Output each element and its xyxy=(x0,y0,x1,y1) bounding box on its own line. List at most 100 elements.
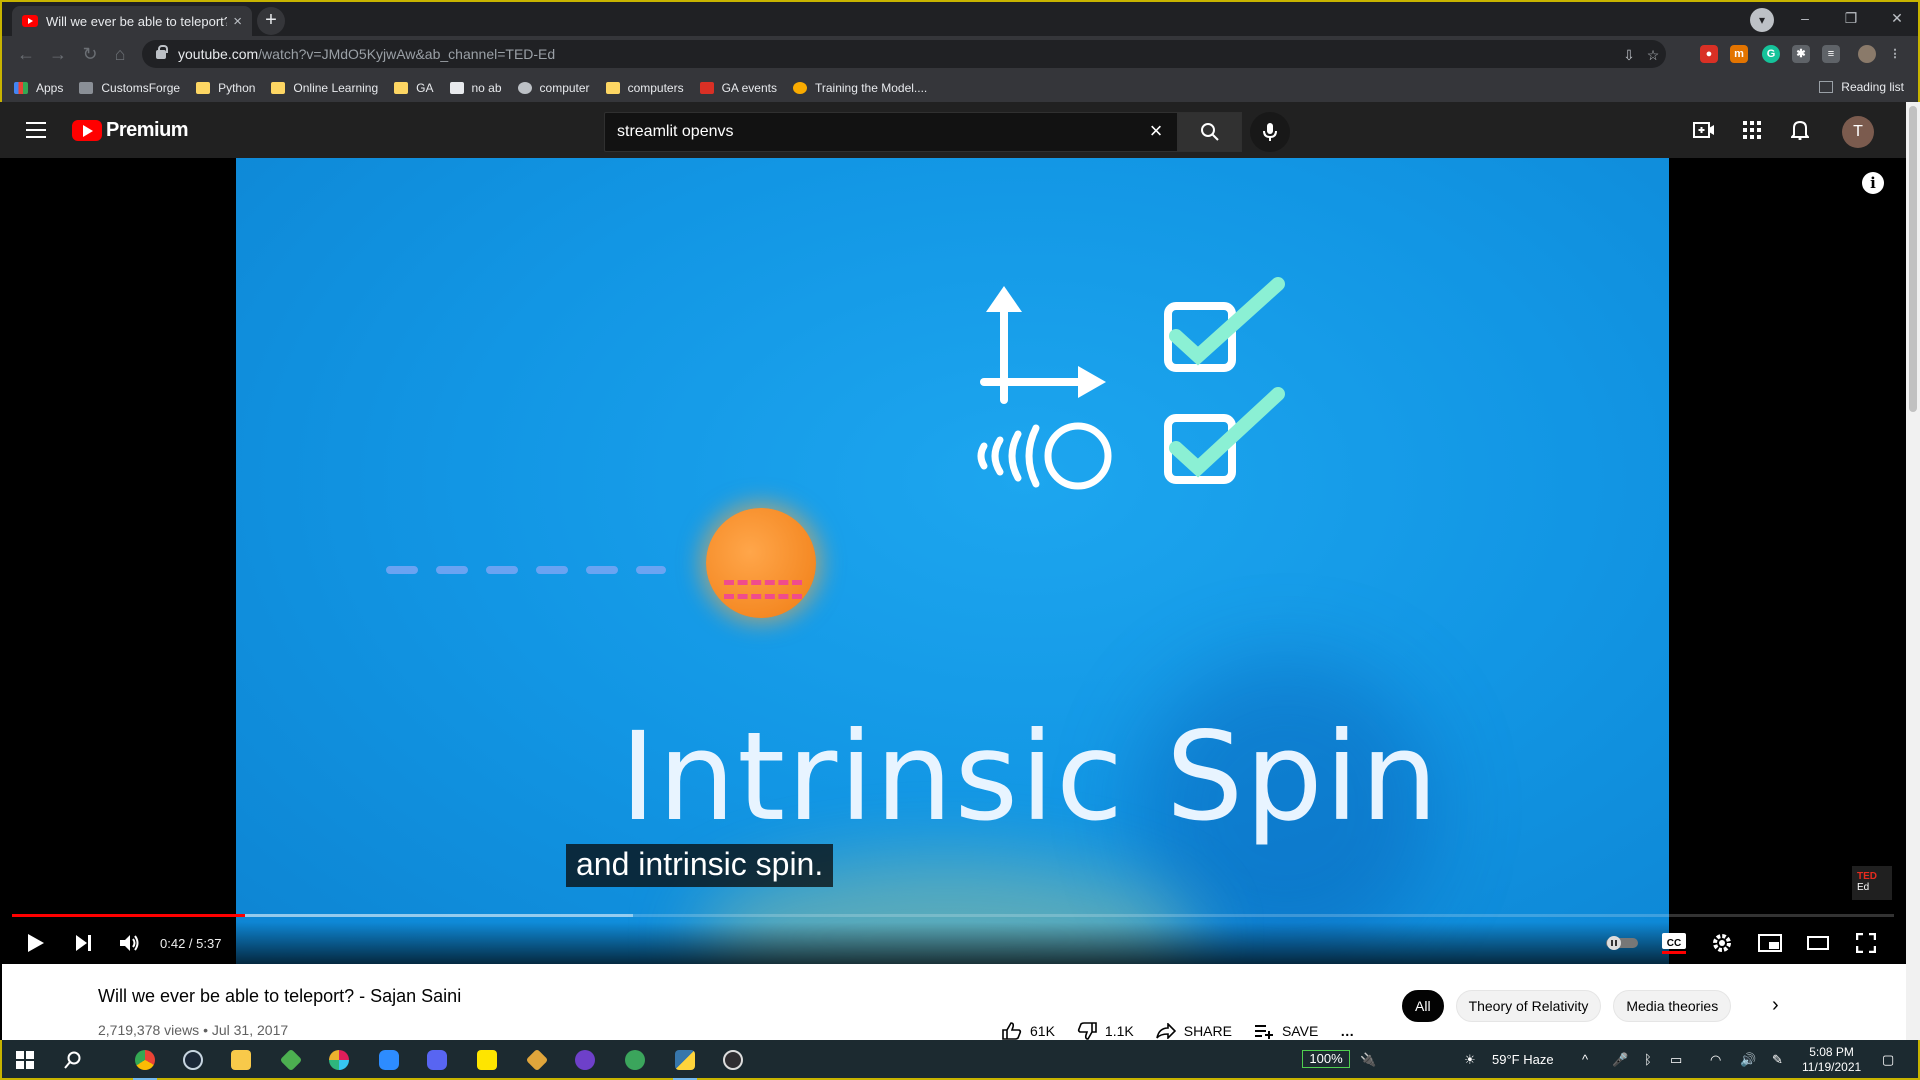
subtitles-button[interactable]: CC xyxy=(1656,928,1692,958)
microphone-tray-icon[interactable]: 🎤 xyxy=(1612,1052,1628,1068)
windows-start-icon[interactable] xyxy=(10,1046,40,1074)
youtube-premium-logo[interactable]: Premium xyxy=(72,119,189,142)
account-avatar[interactable]: T xyxy=(1842,116,1874,148)
fullscreen-button[interactable] xyxy=(1848,928,1884,958)
scrollbar-thumb[interactable] xyxy=(1909,106,1917,412)
battery-tray-icon[interactable]: ▭ xyxy=(1670,1052,1682,1068)
settings-button[interactable] xyxy=(1704,928,1740,958)
notifications-icon[interactable]: ▢ xyxy=(1882,1052,1894,1068)
extension-adblock-icon[interactable]: ● xyxy=(1700,45,1718,63)
ted-ed-watermark[interactable]: TED Ed xyxy=(1852,866,1892,900)
app-diamond-icon[interactable] xyxy=(276,1046,306,1074)
obs-taskbar-icon[interactable] xyxy=(718,1046,748,1074)
volume-button[interactable] xyxy=(112,928,148,958)
bookmark-customsforge[interactable]: CustomsForge xyxy=(79,81,180,95)
apps-grid-icon[interactable] xyxy=(1740,118,1764,142)
wifi-icon[interactable]: ◠ xyxy=(1710,1052,1721,1068)
more-actions-button[interactable]: … xyxy=(1340,1022,1354,1040)
steam-taskbar-icon[interactable] xyxy=(178,1046,208,1074)
python-taskbar-icon[interactable] xyxy=(670,1046,700,1080)
folder-icon xyxy=(605,81,620,94)
bookmark-apps[interactable]: Apps xyxy=(14,81,63,95)
notifications-bell-icon[interactable] xyxy=(1788,118,1812,142)
page-scrollbar[interactable] xyxy=(1906,102,1920,1040)
chrome-taskbar-icon[interactable] xyxy=(130,1046,160,1080)
voice-search-button[interactable] xyxy=(1250,112,1290,152)
reading-list-button[interactable]: Reading list xyxy=(1819,80,1904,94)
video-title: Will we ever be able to teleport? - Saja… xyxy=(98,986,462,1006)
theater-mode-button[interactable] xyxy=(1800,928,1836,958)
charging-icon[interactable]: 🔌 xyxy=(1360,1052,1376,1068)
weather-icon[interactable]: ☀ xyxy=(1464,1052,1476,1068)
bookmark-star-icon[interactable]: ☆ xyxy=(1644,46,1662,64)
next-button[interactable] xyxy=(66,928,102,958)
profile-avatar-icon[interactable] xyxy=(1858,45,1876,63)
kakaotalk-taskbar-icon[interactable] xyxy=(472,1046,502,1074)
slack-taskbar-icon[interactable] xyxy=(324,1046,354,1074)
like-button[interactable]: 61K xyxy=(1002,1022,1055,1040)
bookmark-computer[interactable]: computer xyxy=(517,81,590,95)
tab-close-icon[interactable]: × xyxy=(233,13,242,30)
play-button[interactable] xyxy=(18,928,54,958)
battery-indicator[interactable]: 100% xyxy=(1302,1050,1350,1068)
show-hidden-icons-icon[interactable]: ^ xyxy=(1582,1052,1588,1067)
chip-media-theories[interactable]: Media theories xyxy=(1613,990,1732,1022)
forward-arrow-icon[interactable]: → xyxy=(46,42,70,66)
bookmark-no-ab[interactable]: no ab xyxy=(449,81,502,95)
info-icon[interactable]: i xyxy=(1862,172,1884,194)
video-frame[interactable]: Intrinsic Spin xyxy=(236,158,1669,964)
chip-theory-of-relativity[interactable]: Theory of Relativity xyxy=(1455,990,1602,1022)
search-box[interactable] xyxy=(604,112,1178,152)
system-clock[interactable]: 5:08 PM 11/19/2021 xyxy=(1802,1045,1861,1075)
bluetooth-icon[interactable]: ᛒ xyxy=(1644,1052,1652,1067)
search-button[interactable] xyxy=(1178,112,1242,152)
new-tab-button[interactable]: + xyxy=(257,7,285,35)
miniplayer-button[interactable] xyxy=(1752,928,1788,958)
minimize-button[interactable]: – xyxy=(1782,2,1828,36)
restore-button[interactable]: ❐ xyxy=(1828,2,1874,36)
speaker-icon[interactable]: 🔊 xyxy=(1740,1052,1756,1068)
bookmark-computers[interactable]: computers xyxy=(605,81,684,95)
app-green-icon[interactable] xyxy=(620,1046,650,1074)
back-arrow-icon[interactable]: ← xyxy=(14,42,38,66)
extension-orange-icon[interactable]: m xyxy=(1730,45,1748,63)
bookmark-online-learning[interactable]: Online Learning xyxy=(271,81,378,95)
close-window-button[interactable]: ✕ xyxy=(1874,2,1920,36)
chrome-menu-icon[interactable]: ⋮ xyxy=(1886,45,1904,63)
share-button[interactable]: SHARE xyxy=(1155,1022,1232,1040)
autoplay-toggle[interactable] xyxy=(1604,928,1640,958)
bookmark-ga-events[interactable]: GA events xyxy=(699,81,777,95)
weather-text[interactable]: 59°F Haze xyxy=(1492,1052,1554,1067)
dislike-button[interactable]: 1.1K xyxy=(1077,1022,1134,1040)
video-player[interactable]: Intrinsic Spin and intrinsic spin. i TED… xyxy=(0,158,1906,964)
extensions-menu-icon[interactable]: ≡ xyxy=(1822,45,1840,63)
github-taskbar-icon[interactable] xyxy=(570,1046,600,1074)
address-bar[interactable]: youtube.com/watch?v=JMdO5KyjwAw&ab_chann… xyxy=(142,40,1666,68)
home-icon[interactable]: ⌂ xyxy=(108,42,132,66)
pen-icon[interactable]: ✎ xyxy=(1772,1052,1783,1068)
clear-search-icon[interactable]: × xyxy=(1146,120,1166,142)
app-diamond2-icon[interactable] xyxy=(522,1046,552,1074)
bookmark-ga[interactable]: GA xyxy=(394,81,434,95)
tab-active[interactable]: Will we ever be able to teleport? × xyxy=(12,6,252,36)
hamburger-menu-icon[interactable] xyxy=(26,122,46,138)
file-explorer-icon[interactable] xyxy=(226,1046,256,1074)
lock-icon[interactable] xyxy=(156,44,168,59)
save-button[interactable]: SAVE xyxy=(1254,1022,1318,1040)
bookmark-python[interactable]: Python xyxy=(196,81,255,95)
zoom-taskbar-icon[interactable] xyxy=(374,1046,404,1074)
thumbs-down-icon xyxy=(1077,1022,1097,1040)
search-icon[interactable] xyxy=(58,1046,88,1074)
extension-puzzle-icon[interactable]: ✱ xyxy=(1792,45,1810,63)
profile-menu-icon[interactable]: ▾ xyxy=(1750,8,1774,32)
grammarly-icon[interactable]: G xyxy=(1762,45,1780,63)
chips-next-arrow-icon[interactable]: › xyxy=(1772,994,1779,1017)
search-input[interactable] xyxy=(617,123,1117,141)
discord-taskbar-icon[interactable] xyxy=(422,1046,452,1074)
reload-icon[interactable]: ↻ xyxy=(78,42,102,66)
chip-all[interactable]: All xyxy=(1402,990,1444,1022)
create-video-icon[interactable] xyxy=(1692,118,1716,142)
bookmark-training-model[interactable]: Training the Model.... xyxy=(792,81,927,95)
install-app-icon[interactable]: ⇩ xyxy=(1620,46,1638,64)
progress-bar[interactable] xyxy=(12,914,1894,917)
